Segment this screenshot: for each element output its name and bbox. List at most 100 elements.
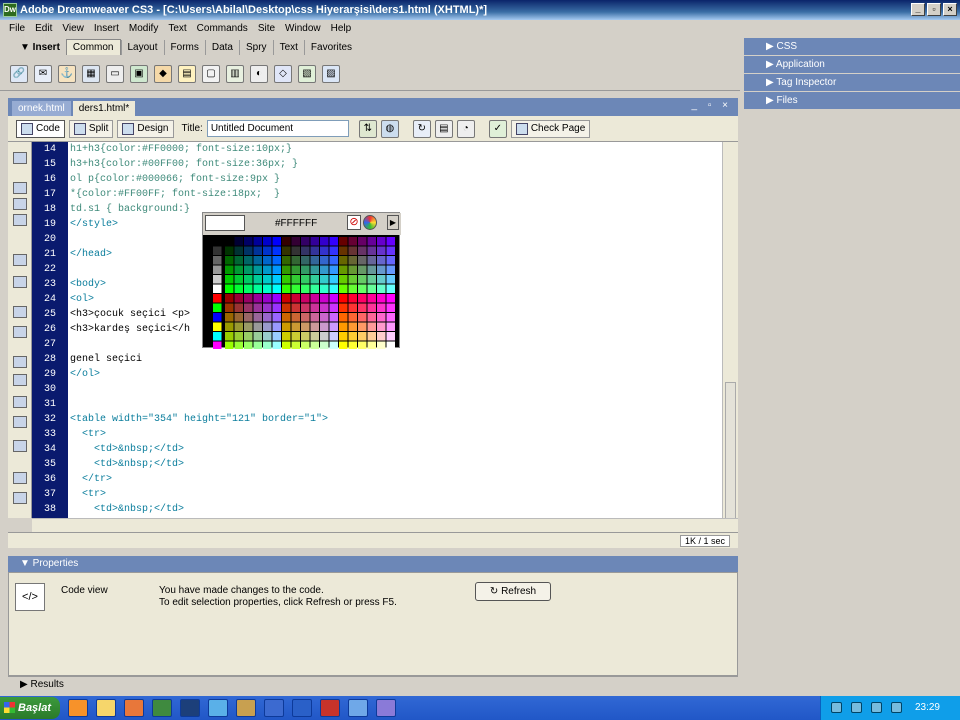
preview-browser-icon[interactable]: ◍ <box>380 119 399 138</box>
menu-view[interactable]: View <box>57 23 89 34</box>
color-swatch[interactable] <box>244 275 253 284</box>
close-button[interactable]: × <box>943 3 957 16</box>
remove-comment-icon[interactable] <box>13 374 27 386</box>
code-line[interactable]: <table width="354" height="121" border="… <box>70 412 720 427</box>
palette-menu-arrow[interactable]: ▶ <box>387 215 399 230</box>
color-swatch[interactable] <box>234 265 244 275</box>
color-swatch[interactable] <box>320 275 329 284</box>
color-swatch[interactable] <box>348 237 358 246</box>
color-swatch[interactable] <box>348 265 358 275</box>
templates-icon[interactable]: ▧ <box>298 64 316 83</box>
color-swatch[interactable] <box>386 341 396 350</box>
validate-markup-icon[interactable]: ✓ <box>488 119 507 138</box>
email-link-icon[interactable]: ✉ <box>34 64 52 83</box>
color-swatch[interactable] <box>367 284 377 294</box>
color-swatch[interactable] <box>291 322 301 332</box>
color-swatch[interactable] <box>244 313 253 322</box>
expand-all-icon[interactable] <box>13 214 27 226</box>
color-swatch[interactable] <box>263 341 272 350</box>
no-color-button[interactable]: ⊘ <box>347 215 361 230</box>
collapse-tag-icon[interactable] <box>13 182 27 194</box>
select-parent-tag-icon[interactable] <box>13 254 27 266</box>
code-line[interactable] <box>70 382 720 397</box>
color-swatch[interactable] <box>348 313 358 322</box>
color-swatch[interactable] <box>386 237 396 246</box>
color-swatch[interactable] <box>244 303 253 313</box>
color-swatch[interactable] <box>291 275 301 284</box>
color-swatch[interactable] <box>367 265 377 275</box>
color-swatch[interactable] <box>234 322 244 332</box>
taskbar-explorer-icon[interactable] <box>96 699 116 717</box>
color-swatch[interactable] <box>213 246 222 256</box>
color-swatch[interactable] <box>225 246 234 256</box>
color-swatch[interactable] <box>348 332 358 341</box>
menu-window[interactable]: Window <box>280 23 326 34</box>
code-line[interactable]: h3+h3{color:#00FF00; font-size:36px; } <box>70 157 720 172</box>
files-panel[interactable]: ▶ Files <box>744 92 960 109</box>
date-icon[interactable]: ▤ <box>178 64 196 83</box>
color-swatch[interactable] <box>329 322 339 332</box>
color-swatch[interactable] <box>213 256 222 265</box>
table-icon[interactable]: ▦ <box>82 64 100 83</box>
color-swatch[interactable] <box>263 284 272 294</box>
taskbar-browser-icon[interactable] <box>124 699 144 717</box>
menu-text[interactable]: Text <box>163 23 191 34</box>
css-panel[interactable]: ▶ CSS <box>744 38 960 55</box>
color-swatch[interactable] <box>310 313 320 322</box>
color-swatch[interactable] <box>367 341 377 350</box>
color-swatch[interactable] <box>339 294 348 303</box>
color-swatch[interactable] <box>348 284 358 294</box>
color-swatch[interactable] <box>282 322 291 332</box>
tab-spry[interactable]: Spry <box>239 39 273 55</box>
color-swatch[interactable] <box>377 294 386 303</box>
color-swatch[interactable] <box>310 341 320 350</box>
color-swatch[interactable] <box>253 341 263 350</box>
tray-icon[interactable] <box>831 702 842 713</box>
color-swatch[interactable] <box>253 237 263 246</box>
color-swatch[interactable] <box>320 332 329 341</box>
file-management-icon[interactable]: ⇅ <box>358 119 377 138</box>
color-swatch[interactable] <box>282 275 291 284</box>
color-swatch[interactable] <box>291 256 301 265</box>
color-swatch[interactable] <box>253 313 263 322</box>
color-swatch[interactable] <box>310 256 320 265</box>
color-swatch[interactable] <box>282 246 291 256</box>
color-swatch[interactable] <box>358 303 367 313</box>
color-swatch[interactable] <box>320 341 329 350</box>
color-swatch[interactable] <box>272 332 282 341</box>
color-swatch[interactable] <box>244 284 253 294</box>
color-swatch[interactable] <box>291 313 301 322</box>
comment-icon[interactable]: ▥ <box>226 64 244 83</box>
color-swatch[interactable] <box>234 303 244 313</box>
color-swatch[interactable] <box>377 322 386 332</box>
media-icon[interactable]: ◆ <box>154 64 172 83</box>
indent-code-icon[interactable] <box>13 472 27 484</box>
color-swatch[interactable] <box>358 265 367 275</box>
document-window-controls[interactable]: _ ▫ × <box>691 100 732 111</box>
color-swatch[interactable] <box>282 303 291 313</box>
color-swatch[interactable] <box>244 256 253 265</box>
color-swatch[interactable] <box>263 332 272 341</box>
color-swatch[interactable] <box>301 275 310 284</box>
color-swatch[interactable] <box>339 303 348 313</box>
color-swatch[interactable] <box>377 332 386 341</box>
color-swatch[interactable] <box>263 294 272 303</box>
menu-insert[interactable]: Insert <box>89 23 124 34</box>
color-swatch[interactable] <box>234 332 244 341</box>
color-swatch[interactable] <box>348 341 358 350</box>
script-icon[interactable]: ◇ <box>274 64 292 83</box>
application-panel[interactable]: ▶ Application <box>744 56 960 73</box>
taskbar-acrobat-icon[interactable] <box>320 699 340 717</box>
color-swatch[interactable] <box>386 246 396 256</box>
color-swatch[interactable] <box>329 303 339 313</box>
tab-ornek[interactable]: ornek.html <box>12 101 71 116</box>
menu-commands[interactable]: Commands <box>192 23 253 34</box>
color-swatch[interactable] <box>253 256 263 265</box>
color-swatch[interactable] <box>272 256 282 265</box>
color-swatch[interactable] <box>253 294 263 303</box>
taskbar-firefox-icon[interactable] <box>68 699 88 717</box>
tray-icon[interactable] <box>851 702 862 713</box>
color-swatch[interactable] <box>234 284 244 294</box>
color-swatch[interactable] <box>225 256 234 265</box>
menu-file[interactable]: File <box>4 23 30 34</box>
